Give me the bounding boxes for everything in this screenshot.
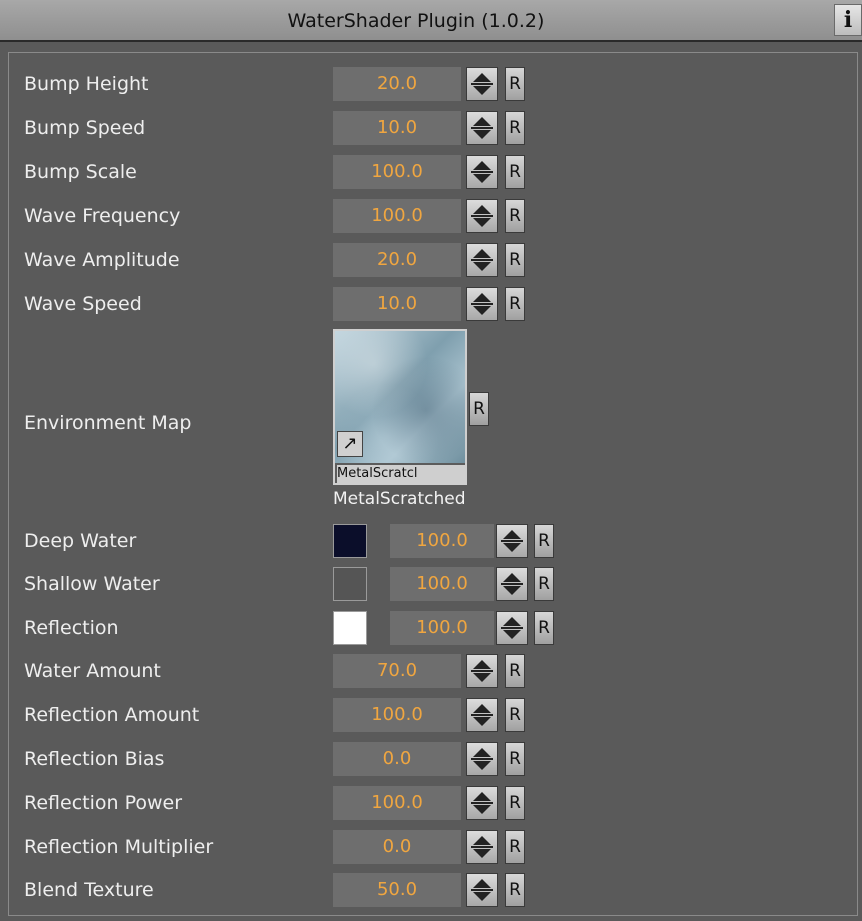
reset-button[interactable]: R (505, 199, 525, 233)
param-row-shallow-water: Shallow Water 100.0 R (0, 567, 862, 601)
value-field[interactable]: 20.0 (333, 243, 461, 277)
color-swatch[interactable] (333, 524, 367, 558)
param-label: Wave Speed (24, 293, 142, 315)
spinner-icon[interactable] (466, 830, 498, 864)
param-label: Reflection Amount (24, 704, 200, 726)
shortcut-arrow-icon[interactable]: ↗ (337, 431, 363, 457)
reset-button[interactable]: R (505, 155, 525, 189)
param-row-water-amount: Water Amount 70.0 R (0, 654, 862, 688)
reset-button[interactable]: R (534, 611, 554, 645)
reset-button[interactable]: R (505, 243, 525, 277)
value-field[interactable]: 100.0 (390, 524, 494, 558)
param-row-reflection-bias: Reflection Bias 0.0 R (0, 742, 862, 776)
param-row-wave-speed: Wave Speed 10.0 R (0, 287, 862, 321)
plugin-header: WaterShader Plugin (1.0.2) i (0, 0, 862, 42)
color-swatch[interactable] (333, 567, 367, 601)
spinner-icon[interactable] (466, 698, 498, 732)
param-label: Shallow Water (24, 573, 160, 595)
color-swatch[interactable] (333, 611, 367, 645)
spinner-icon[interactable] (466, 742, 498, 776)
reset-button[interactable]: R (505, 67, 525, 101)
value-field[interactable]: 100.0 (333, 199, 461, 233)
param-row-wave-frequency: Wave Frequency 100.0 R (0, 199, 862, 233)
value-field[interactable]: 70.0 (333, 654, 461, 688)
reset-button[interactable]: R (505, 786, 525, 820)
reset-button[interactable]: R (505, 873, 525, 907)
value-field[interactable]: 100.0 (333, 786, 461, 820)
reset-button[interactable]: R (505, 111, 525, 145)
reset-button[interactable]: R (469, 392, 489, 426)
texture-name: MetalScratched (333, 489, 466, 509)
value-field[interactable]: 20.0 (333, 67, 461, 101)
param-label: Water Amount (24, 660, 161, 682)
spinner-icon[interactable] (496, 611, 528, 645)
value-field[interactable]: 100.0 (390, 611, 494, 645)
spinner-icon[interactable] (466, 287, 498, 321)
param-label: Bump Height (24, 73, 149, 95)
value-field[interactable]: 10.0 (333, 111, 461, 145)
thumbnail-caption: MetalScratcl (337, 465, 465, 483)
spinner-icon[interactable] (466, 243, 498, 277)
info-button[interactable]: i (834, 4, 862, 36)
param-label: Reflection (24, 617, 119, 639)
param-label: Reflection Multiplier (24, 836, 214, 858)
param-row-deep-water: Deep Water 100.0 R (0, 524, 862, 558)
spinner-icon[interactable] (496, 524, 528, 558)
value-field[interactable]: 100.0 (390, 567, 494, 601)
spinner-icon[interactable] (496, 567, 528, 601)
value-field[interactable]: 100.0 (333, 155, 461, 189)
reset-button[interactable]: R (505, 830, 525, 864)
spinner-icon[interactable] (466, 111, 498, 145)
param-label: Wave Amplitude (24, 249, 180, 271)
value-field[interactable]: 0.0 (333, 830, 461, 864)
spinner-icon[interactable] (466, 155, 498, 189)
param-label: Wave Frequency (24, 205, 181, 227)
texture-thumbnail[interactable]: ↗ MetalScratcl (333, 329, 467, 485)
param-row-reflection-multiplier: Reflection Multiplier 0.0 R (0, 830, 862, 864)
spinner-icon[interactable] (466, 199, 498, 233)
reset-button[interactable]: R (534, 567, 554, 601)
param-label: Reflection Bias (24, 748, 165, 770)
reset-button[interactable]: R (534, 524, 554, 558)
param-label: Environment Map (24, 412, 192, 434)
value-field[interactable]: 50.0 (333, 873, 461, 907)
value-field[interactable]: 100.0 (333, 698, 461, 732)
param-row-blend-texture: Blend Texture 50.0 R (0, 873, 862, 907)
spinner-icon[interactable] (466, 654, 498, 688)
spinner-icon[interactable] (466, 873, 498, 907)
value-field[interactable]: 0.0 (333, 742, 461, 776)
reset-button[interactable]: R (505, 698, 525, 732)
param-label: Bump Scale (24, 161, 137, 183)
param-row-bump-height: Bump Height 20.0 R (0, 67, 862, 101)
param-row-bump-scale: Bump Scale 100.0 R (0, 155, 862, 189)
spinner-icon[interactable] (466, 67, 498, 101)
param-label: Blend Texture (24, 879, 154, 901)
spinner-icon[interactable] (466, 786, 498, 820)
reset-button[interactable]: R (505, 742, 525, 776)
param-row-bump-speed: Bump Speed 10.0 R (0, 111, 862, 145)
param-row-reflection-amount: Reflection Amount 100.0 R (0, 698, 862, 732)
param-row-wave-amplitude: Wave Amplitude 20.0 R (0, 243, 862, 277)
param-label: Deep Water (24, 530, 137, 552)
plugin-title: WaterShader Plugin (1.0.2) (287, 10, 545, 32)
param-row-reflection: Reflection 100.0 R (0, 611, 862, 645)
param-label: Reflection Power (24, 792, 183, 814)
value-field[interactable]: 10.0 (333, 287, 461, 321)
param-label: Bump Speed (24, 117, 146, 139)
reset-button[interactable]: R (505, 654, 525, 688)
param-row-reflection-power: Reflection Power 100.0 R (0, 786, 862, 820)
reset-button[interactable]: R (505, 287, 525, 321)
